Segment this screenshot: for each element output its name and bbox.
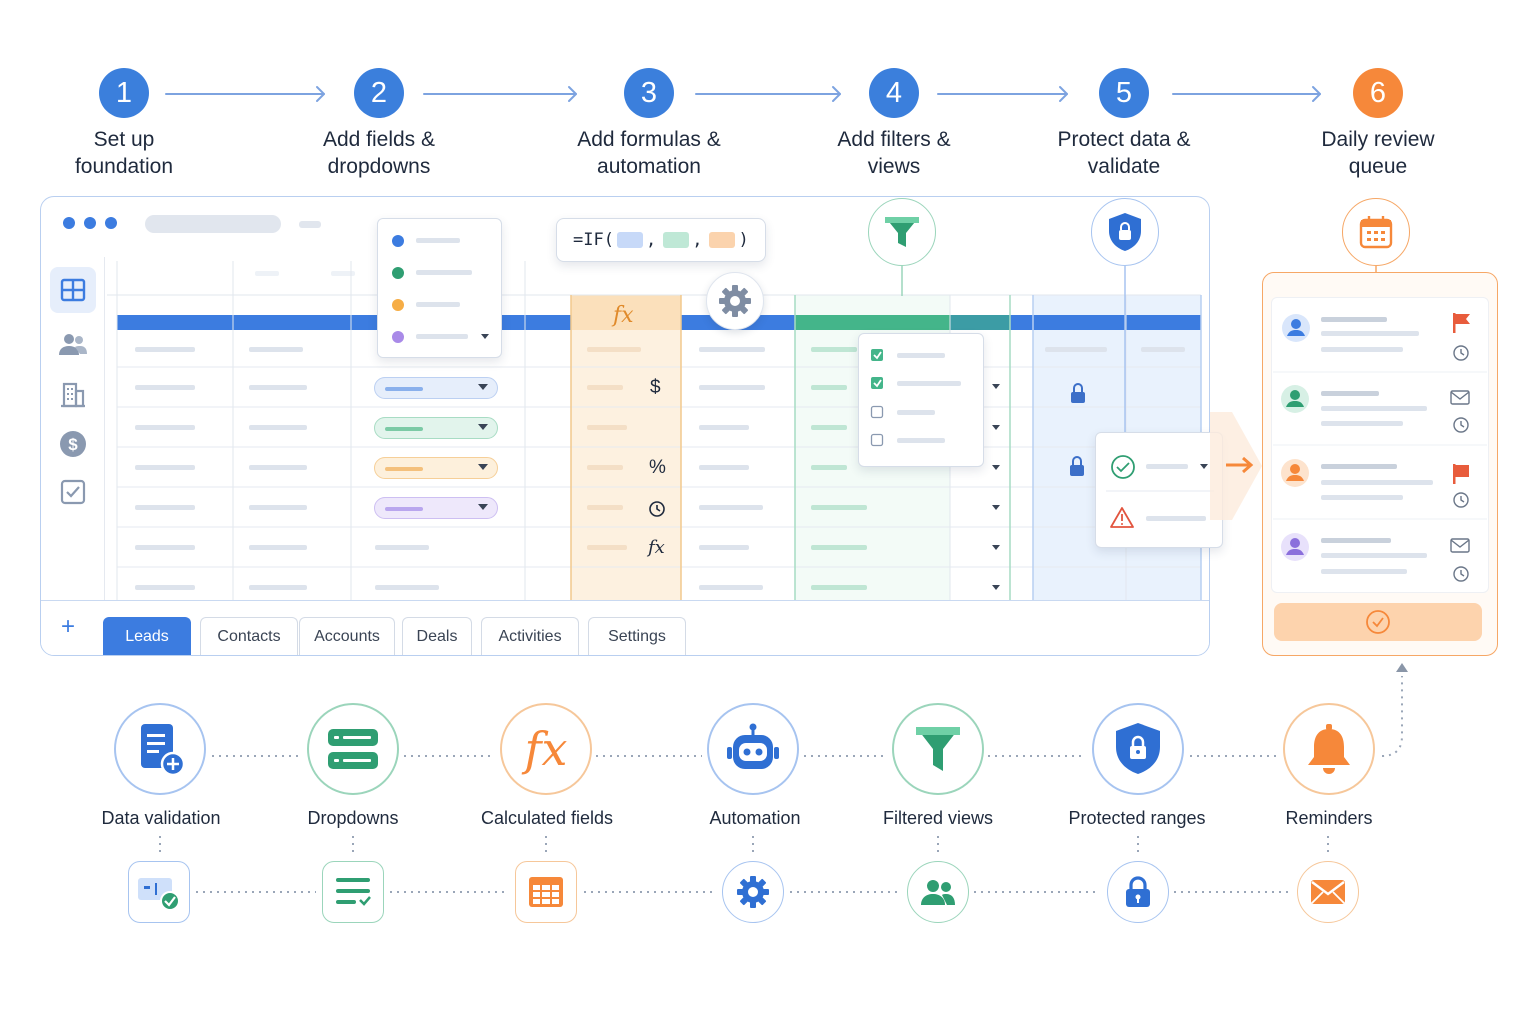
- feature-label-automation: Automation: [709, 808, 801, 828]
- data-validation-feature-icon: [114, 703, 206, 795]
- feature-label-reminders: Reminders: [1285, 808, 1373, 828]
- list-check-icon: [336, 878, 371, 906]
- automation-feature-icon: [707, 703, 799, 795]
- queue-item: [1273, 313, 1487, 373]
- mail-sub-icon: [1297, 861, 1359, 923]
- queue-item: [1273, 459, 1487, 520]
- feature-label-calculated-fields: Calculated fields: [480, 808, 614, 828]
- checked-field-sub-icon: [128, 861, 190, 923]
- filtered-views-feature-icon: [892, 703, 984, 795]
- gear-icon: [737, 876, 769, 908]
- list-check-sub-icon: [322, 861, 384, 923]
- queue-item: [1273, 385, 1487, 446]
- calculated-fields-feature-icon: fx: [500, 703, 592, 795]
- review-queue-items: [1273, 313, 1487, 582]
- feature-label-filtered-views: Filtered views: [882, 808, 994, 828]
- feature-label-data-validation: Data validation: [101, 808, 221, 828]
- users-sub-icon: [907, 861, 969, 923]
- lock-icon: [1126, 876, 1150, 907]
- shield-lock-icon: [1116, 723, 1160, 774]
- queue-item: [1281, 533, 1470, 582]
- dropdowns-feature-icon: [307, 703, 399, 795]
- robot-icon: [727, 723, 779, 769]
- review-queue-panel: [1262, 272, 1498, 656]
- check-circle-icon: [1366, 610, 1390, 634]
- grid-table-sub-icon: [515, 861, 577, 923]
- fx-icon: fx: [522, 722, 568, 776]
- gear-sub-icon: [722, 861, 784, 923]
- protected-ranges-feature-icon: [1092, 703, 1184, 795]
- users-icon: [921, 880, 955, 905]
- checked-field-icon: [138, 878, 180, 911]
- lock-sub-icon: [1107, 861, 1169, 923]
- feature-label-protected-ranges: Protected ranges: [1068, 808, 1206, 828]
- feature-label-dropdowns: Dropdowns: [307, 808, 399, 828]
- svg-text:fx: fx: [522, 722, 568, 776]
- list-rows-icon: [328, 729, 378, 769]
- grid-table-icon: [529, 877, 563, 907]
- mark-reviewed-button[interactable]: [1274, 603, 1482, 641]
- document-add-icon: [141, 724, 186, 777]
- reminders-feature-icon: [1283, 703, 1375, 795]
- bell-icon: [1308, 724, 1350, 774]
- mail-icon: [1311, 880, 1345, 904]
- funnel-icon: [916, 727, 960, 771]
